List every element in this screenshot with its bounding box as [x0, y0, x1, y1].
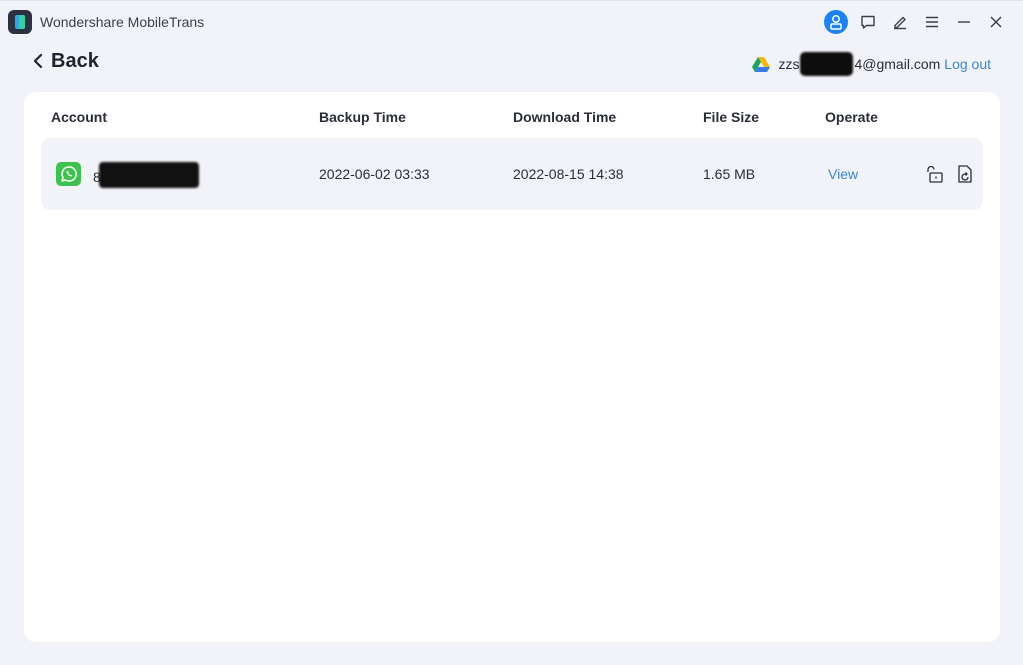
chevron-left-icon: [33, 53, 43, 69]
menu-icon: [926, 16, 938, 28]
menu-button[interactable]: [920, 10, 944, 34]
account-button[interactable]: [824, 10, 848, 34]
column-header-operate: Operate: [825, 109, 878, 125]
restore-button[interactable]: [954, 163, 976, 185]
backup-time: 2022-06-02 03:33: [319, 166, 430, 182]
minimize-button[interactable]: [952, 10, 976, 34]
table-row: 8 2022-06-02 03:33 2022-08-15 14:38 1.65…: [41, 138, 983, 210]
logout-link[interactable]: Log out: [944, 56, 991, 72]
email-redacted: [800, 52, 854, 76]
app-title: Wondershare MobileTrans: [40, 14, 205, 30]
cloud-account-info: zzs 4@gmail.com Log out: [752, 52, 991, 76]
account-name: 8: [93, 162, 199, 188]
column-header-download-time: Download Time: [513, 109, 617, 125]
title-bar: Wondershare MobileTrans: [0, 0, 1023, 44]
close-button[interactable]: [984, 10, 1008, 34]
feedback-button[interactable]: [856, 10, 880, 34]
back-label: Back: [51, 49, 99, 72]
column-header-file-size: File Size: [703, 109, 760, 125]
unlock-icon: [927, 165, 943, 183]
column-header-backup-time: Backup Time: [319, 109, 406, 125]
feedback-icon: [861, 15, 875, 29]
account-icon: [830, 15, 842, 30]
file-size: 1.65 MB: [703, 166, 756, 182]
column-header-account: Account: [51, 109, 107, 125]
back-button[interactable]: Back: [33, 48, 99, 74]
whatsapp-icon: [56, 162, 81, 186]
table-header: Account Backup Time Download Time File S…: [24, 92, 1000, 138]
email-suffix: 4@gmail.com: [854, 56, 941, 72]
restore-icon: [958, 165, 972, 183]
view-link[interactable]: View: [828, 166, 858, 182]
close-icon: [990, 16, 1002, 28]
unlock-button[interactable]: [924, 163, 946, 185]
edit-icon: [894, 16, 906, 30]
google-drive-icon: [752, 57, 771, 72]
account-redacted: [98, 162, 199, 188]
backup-list-card: Account Backup Time Download Time File S…: [24, 92, 1000, 642]
edit-button[interactable]: [888, 10, 912, 34]
app-logo-icon: [8, 10, 32, 34]
download-time: 2022-08-15 14:38: [513, 166, 624, 182]
minimize-icon: [958, 21, 970, 23]
email-prefix: zzs: [778, 56, 800, 72]
